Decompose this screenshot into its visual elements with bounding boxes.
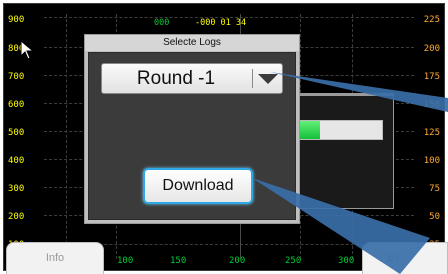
readout-green: 000 (154, 18, 170, 28)
dialog-body: Round -1 Download (88, 52, 296, 220)
left-axis-label: 600 (8, 100, 25, 110)
x-axis-label: 100 (117, 256, 134, 266)
right-axis-label: 100 (423, 156, 440, 166)
tab-exit[interactable]: Ex (362, 242, 448, 274)
right-axis-label: 200 (423, 44, 440, 54)
download-button[interactable]: Download (143, 168, 253, 204)
log-chart-screen: 900 800 700 600 500 400 300 200 100 225 … (3, 3, 445, 271)
right-axis-label: 50 (429, 212, 440, 222)
grid-line (66, 14, 67, 259)
mouse-cursor-icon (20, 40, 34, 60)
time-readout: 000 -000 01 34 (154, 18, 246, 28)
dialog-title: Selecte Logs (85, 35, 299, 51)
triangle-down-icon[interactable] (257, 73, 279, 85)
x-axis-label: 150 (170, 256, 187, 266)
left-axis-label: 200 (8, 212, 25, 222)
right-axis-label: 150 (423, 100, 440, 110)
left-axis-label: 500 (8, 128, 25, 138)
x-axis-label: 200 (229, 256, 246, 266)
x-axis-label: 250 (285, 256, 302, 266)
right-axis-label: 75 (429, 184, 440, 194)
left-axis-label: 300 (8, 184, 25, 194)
readout-yellow: -000 01 34 (194, 18, 247, 28)
select-logs-dialog: Selecte Logs Round -1 Download (84, 34, 300, 224)
progress-bar-fill (300, 121, 320, 139)
left-axis-label: 700 (8, 72, 25, 82)
dropdown-separator (252, 69, 253, 88)
round-dropdown-value: Round -1 (136, 68, 216, 89)
round-dropdown[interactable]: Round -1 (101, 63, 283, 94)
tab-info[interactable]: Info (6, 242, 104, 274)
app-frame: 900 800 700 600 500 400 300 200 100 225 … (0, 0, 448, 274)
x-axis-label: 300 (338, 256, 355, 266)
right-axis-label: 175 (423, 72, 440, 82)
left-axis-label: 400 (8, 156, 25, 166)
right-axis-label: 225 (423, 15, 440, 25)
right-axis-label: 125 (423, 128, 440, 138)
left-axis-label: 900 (8, 15, 25, 25)
progress-bar (299, 120, 383, 140)
